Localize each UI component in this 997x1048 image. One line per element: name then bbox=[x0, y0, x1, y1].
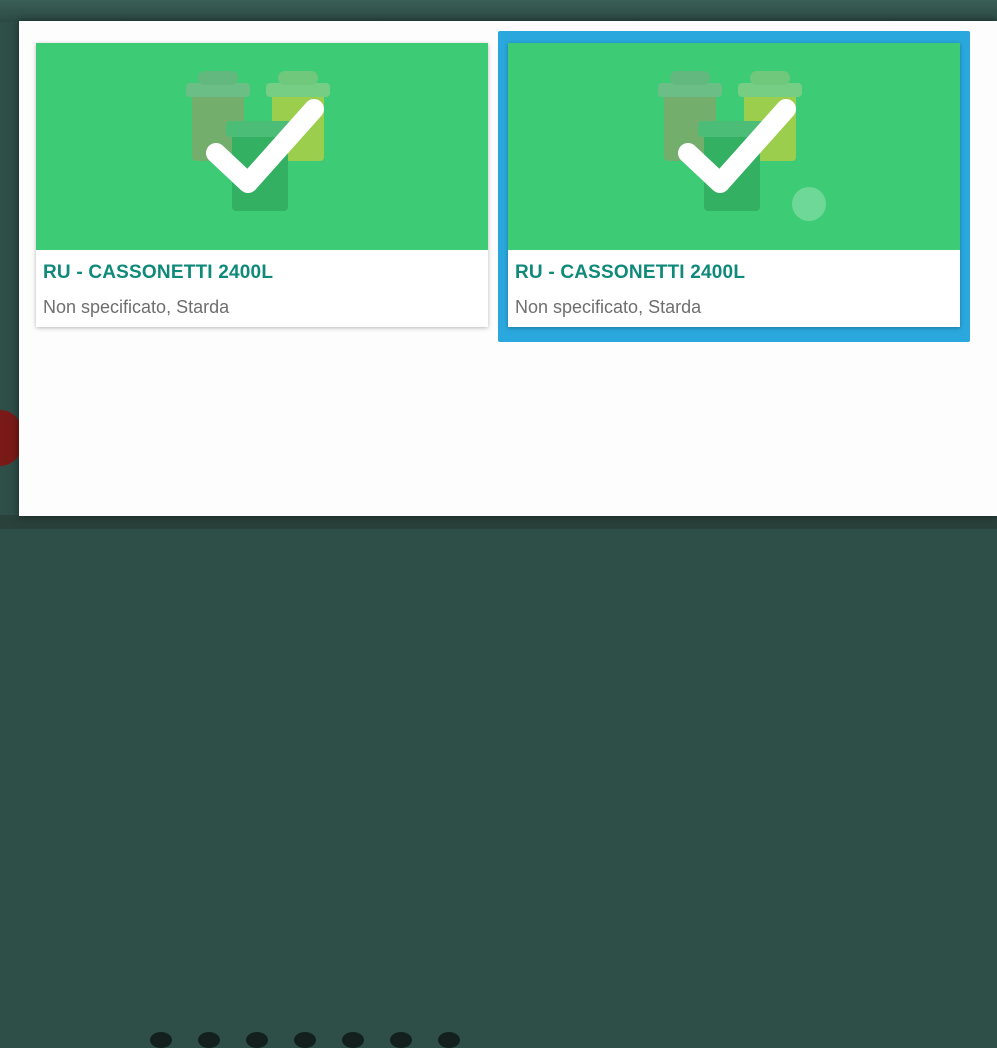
background-dot bbox=[246, 1032, 268, 1048]
background-dot bbox=[342, 1032, 364, 1048]
background-app-header bbox=[0, 0, 997, 22]
background-dot bbox=[150, 1032, 172, 1048]
card-image bbox=[508, 43, 960, 250]
touch-ripple bbox=[792, 187, 826, 221]
background-bottom-strip bbox=[0, 515, 997, 1048]
background-dot bbox=[390, 1032, 412, 1048]
waste-bins-check-icon bbox=[658, 71, 802, 211]
container-card[interactable]: RU - CASSONETTI 2400L Non specificato, S… bbox=[36, 43, 488, 327]
card-title: RU - CASSONETTI 2400L bbox=[515, 262, 746, 283]
container-card-selected[interactable]: RU - CASSONETTI 2400L Non specificato, S… bbox=[508, 43, 960, 327]
card-image bbox=[36, 43, 488, 250]
waste-bins-check-icon bbox=[186, 71, 330, 211]
background-dot bbox=[294, 1032, 316, 1048]
card-subtitle: Non specificato, Starda bbox=[515, 297, 702, 317]
card-subtitle: Non specificato, Starda bbox=[43, 297, 230, 317]
card-title: RU - CASSONETTI 2400L bbox=[43, 262, 274, 283]
background-dot bbox=[198, 1032, 220, 1048]
background-dot bbox=[438, 1032, 460, 1048]
